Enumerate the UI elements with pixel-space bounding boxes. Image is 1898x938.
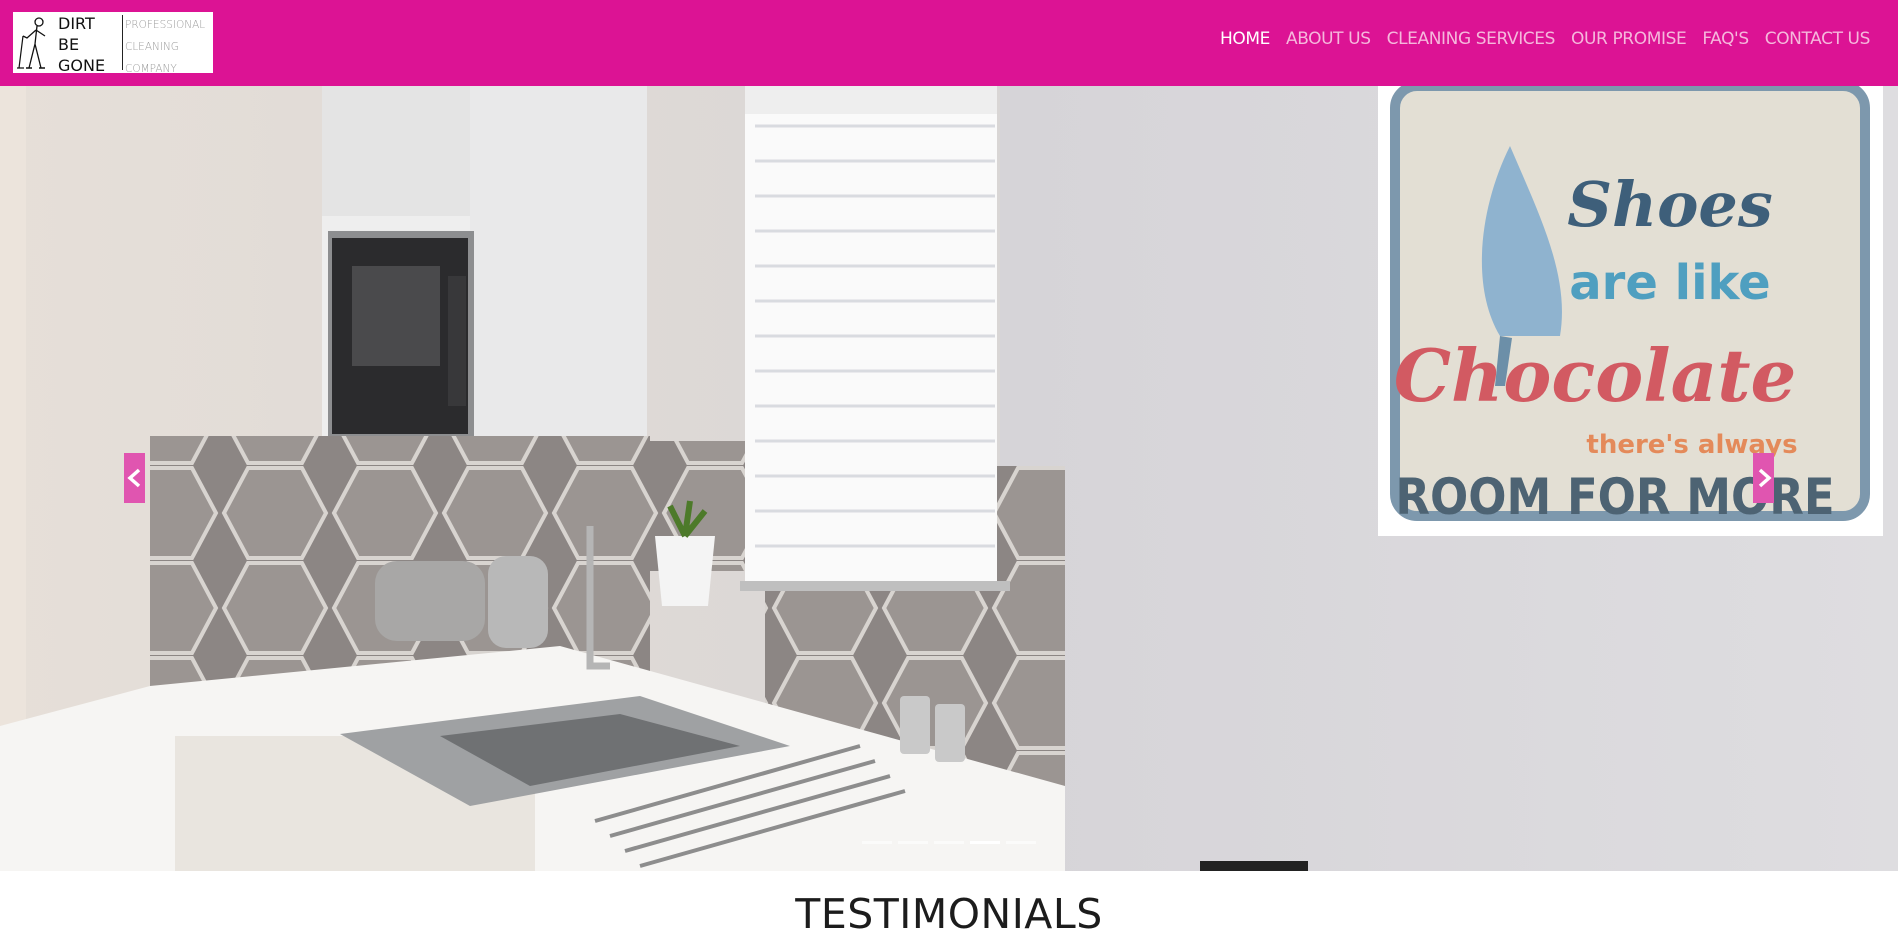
nav-item-contact-us[interactable]: CONTACT US (1757, 29, 1878, 49)
nav-item-about-us[interactable]: ABOUT US (1278, 29, 1379, 49)
site-logo[interactable]: DIRT BE GONE PROFESSIONAL CLEANING COMPA… (13, 12, 213, 73)
logo-word: GONE (58, 56, 106, 73)
logo-wordmark: DIRT BE GONE (58, 13, 122, 73)
carousel-indicator[interactable] (1006, 841, 1036, 844)
nav-item-cleaning-services[interactable]: CLEANING SERVICES (1379, 29, 1563, 49)
nav-item-home[interactable]: HOME (1212, 29, 1278, 49)
testimonials-heading: TESTIMONIALS (795, 890, 1103, 938)
kitchen-slide-image: Shoes are like Chocolate there's always … (0, 86, 1898, 871)
poster-line3: Chocolate (1394, 333, 1797, 418)
logo-word: BE (58, 35, 80, 54)
nav-item-faqs[interactable]: FAQ'S (1694, 29, 1756, 49)
carousel-indicator[interactable] (934, 841, 964, 844)
navbar: DIRT BE GONE PROFESSIONAL CLEANING COMPA… (0, 0, 1898, 86)
logo-tagline-word: COMPANY (125, 63, 177, 73)
logo-tagline-word: PROFESSIONAL (125, 19, 206, 31)
poster-line1: Shoes (1567, 168, 1773, 241)
cleaner-figure-icon (17, 17, 46, 69)
carousel-prev-button[interactable] (124, 453, 145, 503)
logo-tagline-word: CLEANING (125, 41, 179, 53)
carousel-next-button[interactable] (1753, 453, 1774, 503)
main-nav: HOME ABOUT US CLEANING SERVICES OUR PROM… (1212, 29, 1878, 49)
carousel-indicator[interactable] (862, 841, 892, 844)
chevron-left-icon (127, 468, 141, 488)
carousel-indicator-active[interactable] (970, 841, 1000, 844)
nav-item-our-promise[interactable]: OUR PROMISE (1563, 29, 1694, 49)
poster-line2: are like (1569, 255, 1770, 311)
hero-carousel: Shoes are like Chocolate there's always … (0, 86, 1898, 871)
chevron-right-icon (1758, 468, 1772, 488)
logo-tagline: PROFESSIONAL CLEANING COMPANY (125, 14, 213, 73)
carousel-indicator[interactable] (898, 841, 928, 844)
logo-word: DIRT (58, 14, 95, 33)
logo-divider (122, 15, 123, 70)
carousel-indicators (862, 841, 1036, 844)
